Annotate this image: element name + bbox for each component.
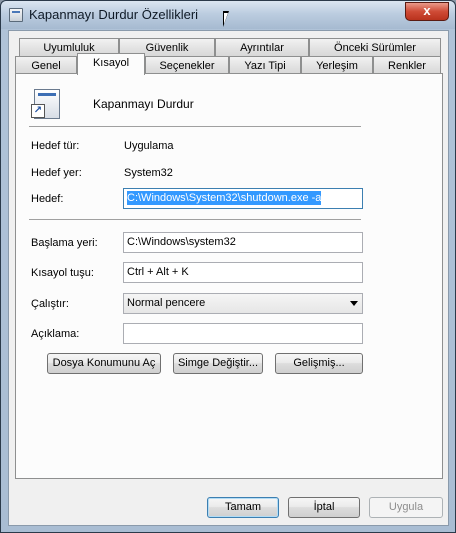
title-bar[interactable]: Kapanmayı Durdur Özellikleri x [1,1,455,29]
tab-shortcut[interactable]: Kısayol [77,53,145,75]
apply-button[interactable]: Uygula [369,497,443,518]
target-input[interactable]: C:\Windows\System32\shutdown.exe -a [123,188,363,209]
close-button[interactable]: x [405,2,449,21]
target-type-value: Uygulama [124,140,174,152]
target-type-label: Hedef tür: [31,140,80,152]
comment-input[interactable] [123,323,363,344]
ok-button[interactable]: Tamam [207,497,279,518]
dropdown-arrow-icon [350,301,358,306]
shortcut-arrow-icon: ↗ [31,104,45,118]
properties-window: Kapanmayı Durdur Özellikleri x Uyumluluk… [0,0,456,533]
change-icon-button[interactable]: Simge Değiştir... [173,353,263,374]
run-label: Çalıştır: [31,298,69,310]
run-select-value: Normal pencere [127,297,206,309]
separator-middle [29,219,361,220]
open-file-location-button[interactable]: Dosya Konumunu Aç [47,353,161,374]
shortcut-name: Kapanmayı Durdur [93,97,194,111]
target-location-label: Hedef yer: [31,167,82,179]
run-select[interactable]: Normal pencere [123,293,363,314]
tab-details[interactable]: Ayrıntılar [215,38,309,57]
cancel-button[interactable]: İptal [288,497,360,518]
target-label: Hedef: [31,193,64,205]
target-location-value: System32 [124,167,173,179]
start-in-input[interactable]: C:\Windows\system32 [123,232,363,253]
advanced-button[interactable]: Gelişmiş... [275,353,363,374]
start-in-label: Başlama yeri: [31,237,98,249]
window-app-icon [9,8,23,22]
separator-top [29,126,361,127]
comment-label: Açıklama: [31,328,80,340]
hotkey-input[interactable]: Ctrl + Alt + K [123,262,363,283]
window-title: Kapanmayı Durdur Özellikleri [29,7,199,22]
tab-previous-versions[interactable]: Önceki Sürümler [309,38,441,57]
hotkey-label: Kısayol tuşu: [31,267,94,279]
mouse-pointer-icon [223,11,229,27]
target-input-text: C:\Windows\System32\shutdown.exe -a [127,191,322,205]
